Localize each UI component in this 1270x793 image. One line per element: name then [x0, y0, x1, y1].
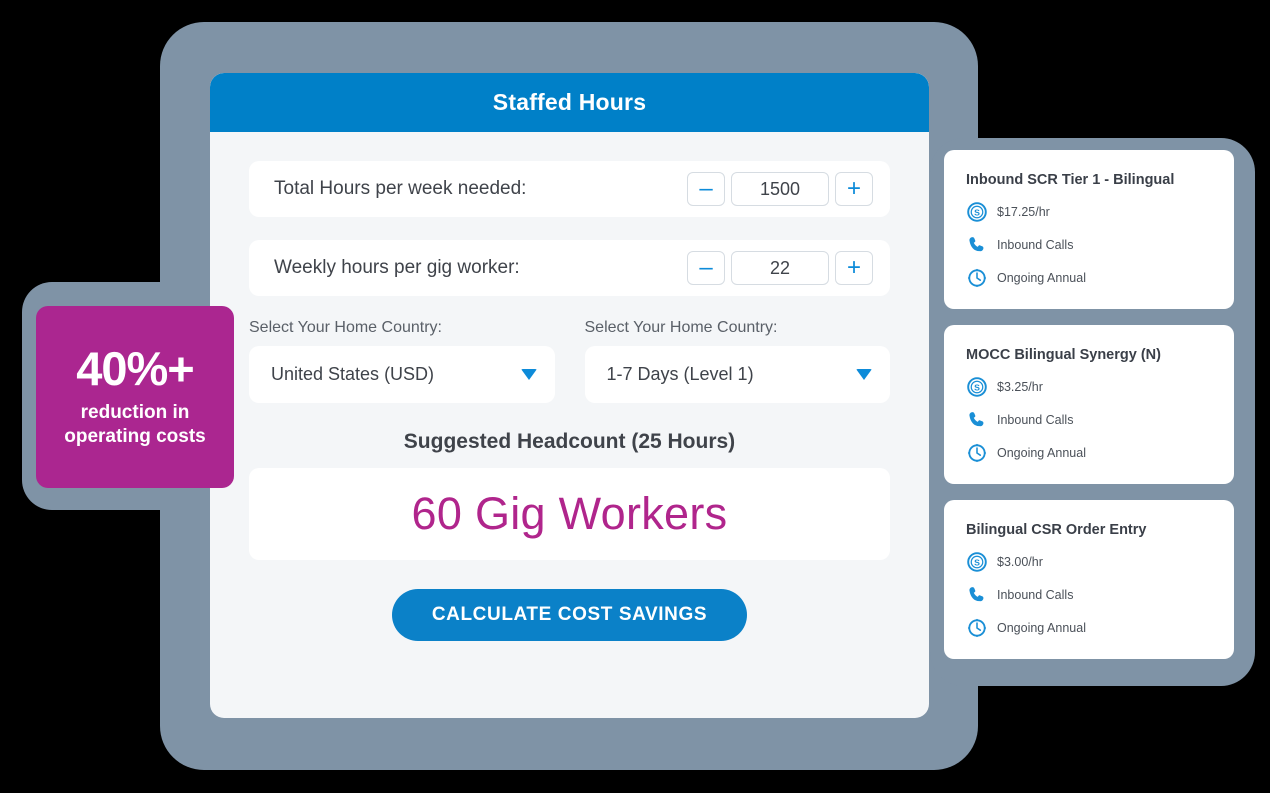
- service-card-channel-line: Inbound Calls: [966, 234, 1212, 256]
- service-card-rate: $3.00/hr: [997, 555, 1043, 569]
- service-card-title: Bilingual CSR Order Entry: [966, 522, 1147, 538]
- service-level-value: 1-7 Days (Level 1): [606, 364, 754, 384]
- service-card[interactable]: Inbound SCR Tier 1 - Bilingual S $17.25/…: [944, 150, 1234, 309]
- service-card-channel: Inbound Calls: [997, 413, 1074, 427]
- stat-badge-line1: reduction in: [80, 402, 190, 424]
- headcount-result: 60 Gig Workers: [249, 468, 890, 560]
- service-card-title: MOCC Bilingual Synergy (N): [966, 347, 1161, 363]
- clock-icon: [967, 443, 987, 463]
- home-country-label: Select Your Home Country:: [249, 319, 442, 336]
- service-card[interactable]: MOCC Bilingual Synergy (N) S $3.25/hr In…: [944, 325, 1234, 484]
- select-row: Select Your Home Country: United States …: [249, 319, 890, 403]
- service-card-term: Ongoing Annual: [997, 271, 1086, 285]
- phone-icon: [969, 412, 984, 427]
- weekly-hours-stepper: – 22 +: [687, 251, 873, 285]
- clock-icon: [967, 618, 987, 638]
- headcount-title: Suggested Headcount (25 Hours): [403, 430, 736, 453]
- service-card-term-line: Ongoing Annual: [966, 267, 1212, 289]
- calculate-cost-savings-button[interactable]: CALCULATE COST SAVINGS: [391, 589, 748, 641]
- chevron-down-icon: [856, 369, 872, 380]
- service-card-rate: $17.25/hr: [997, 205, 1050, 219]
- dollar-circle-icon: S: [967, 377, 987, 397]
- total-hours-decrement-button[interactable]: –: [687, 172, 725, 206]
- svg-text:S: S: [974, 383, 980, 393]
- phone-icon: [969, 237, 984, 252]
- total-hours-row: Total Hours per week needed: – 1500 +: [249, 161, 890, 217]
- service-card-rate: $3.25/hr: [997, 380, 1043, 394]
- svg-text:S: S: [974, 208, 980, 218]
- headcount-value: 60 Gig Workers: [411, 488, 728, 539]
- weekly-hours-row: Weekly hours per gig worker: – 22 +: [249, 240, 890, 296]
- total-hours-stepper: – 1500 +: [687, 172, 873, 206]
- service-card-rate-line: S $17.25/hr: [966, 201, 1212, 223]
- service-card-channel: Inbound Calls: [997, 588, 1074, 602]
- page-title: Staffed Hours: [492, 89, 647, 115]
- service-card-channel-line: Inbound Calls: [966, 409, 1212, 431]
- total-hours-input[interactable]: 1500: [731, 172, 829, 206]
- total-hours-increment-button[interactable]: +: [835, 172, 873, 206]
- weekly-hours-label: Weekly hours per gig worker:: [274, 257, 520, 278]
- service-card-term: Ongoing Annual: [997, 621, 1086, 635]
- staffed-hours-calculator: Staffed Hours Total Hours per week neede…: [210, 73, 929, 718]
- home-country-select[interactable]: United States (USD): [249, 346, 555, 403]
- chevron-down-icon: [520, 369, 537, 380]
- service-card[interactable]: Bilingual CSR Order Entry S $3.00/hr Inb…: [944, 500, 1234, 659]
- total-hours-label: Total Hours per week needed:: [274, 178, 527, 199]
- home-country-value: United States (USD): [271, 364, 435, 384]
- dollar-circle-icon: S: [967, 552, 987, 572]
- panel-body: Total Hours per week needed: – 1500 + We…: [210, 132, 929, 641]
- service-card-list: Inbound SCR Tier 1 - Bilingual S $17.25/…: [944, 150, 1234, 675]
- svg-text:S: S: [974, 558, 980, 568]
- weekly-hours-increment-button[interactable]: +: [835, 251, 873, 285]
- stat-badge-subtext: reduction in operating costs: [64, 401, 205, 449]
- clock-icon: [967, 268, 987, 288]
- stat-badge-headline: 40%+: [76, 342, 195, 396]
- service-card-term-line: Ongoing Annual: [966, 617, 1212, 639]
- service-card-term: Ongoing Annual: [997, 446, 1086, 460]
- weekly-hours-input[interactable]: 22: [731, 251, 829, 285]
- service-level-field: Select Your Home Country: 1-7 Days (Leve…: [584, 319, 890, 403]
- service-card-channel: Inbound Calls: [997, 238, 1074, 252]
- stat-badge-line2: operating costs: [64, 426, 206, 447]
- panel-header: Staffed Hours: [210, 73, 929, 132]
- service-card-term-line: Ongoing Annual: [966, 442, 1212, 464]
- dollar-circle-icon: S: [967, 202, 987, 222]
- service-card-title: Inbound SCR Tier 1 - Bilingual: [966, 172, 1175, 188]
- phone-icon: [969, 587, 984, 602]
- service-card-rate-line: S $3.00/hr: [966, 551, 1212, 573]
- cta-container: CALCULATE COST SAVINGS: [249, 589, 890, 641]
- service-card-channel-line: Inbound Calls: [966, 584, 1212, 606]
- service-card-rate-line: S $3.25/hr: [966, 376, 1212, 398]
- screenshot-root: Staffed Hours Total Hours per week neede…: [0, 0, 1270, 793]
- service-level-select[interactable]: 1-7 Days (Level 1): [584, 346, 890, 403]
- stat-badge: 40%+ reduction in operating costs: [36, 306, 234, 488]
- home-country-field: Select Your Home Country: United States …: [249, 319, 555, 403]
- weekly-hours-decrement-button[interactable]: –: [687, 251, 725, 285]
- service-level-label: Select Your Home Country:: [584, 319, 778, 336]
